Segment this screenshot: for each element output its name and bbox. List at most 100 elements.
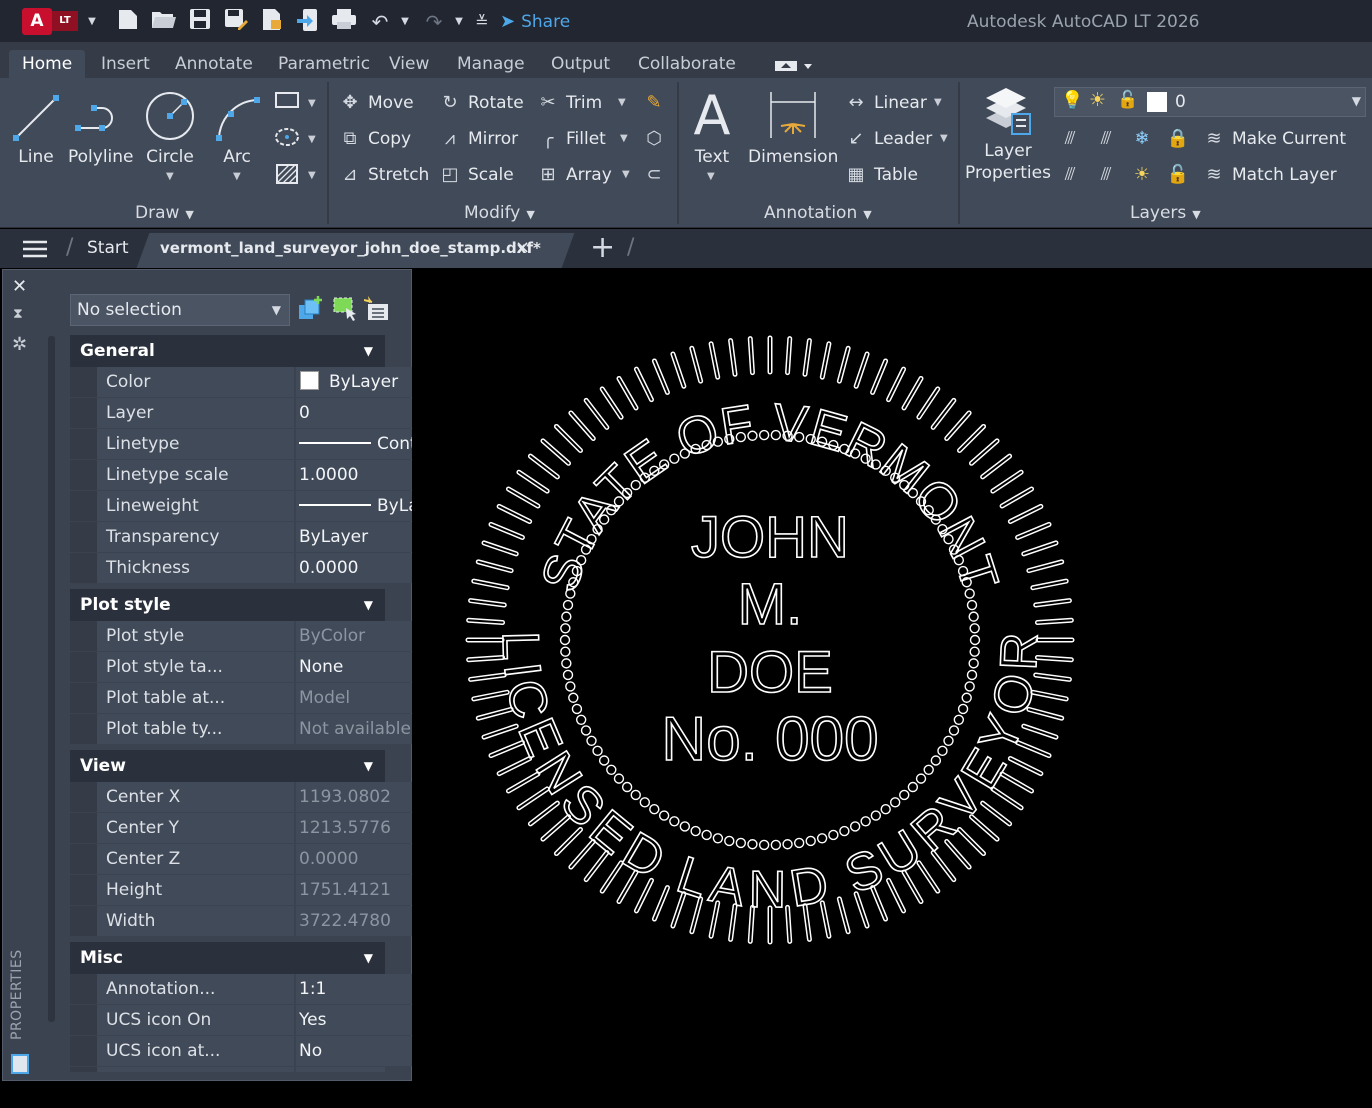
layer-dropdown[interactable]: 💡 ☀ 🔓 0 ▼ xyxy=(1054,87,1366,117)
new-tab-icon[interactable]: + xyxy=(590,231,615,265)
trim-dropdown-icon[interactable]: ▼ xyxy=(618,97,626,108)
rectangle-tool[interactable] xyxy=(274,90,300,118)
tab-collaborate[interactable]: Collaborate xyxy=(638,50,736,78)
save-as-icon[interactable] xyxy=(222,8,250,36)
layer-properties-tool[interactable]: Layer Properties xyxy=(962,86,1054,184)
dimension-tool[interactable]: Dimension xyxy=(748,88,838,168)
fillet-dropdown-icon[interactable]: ▼ xyxy=(620,133,628,144)
table-tool[interactable]: ▦ Table xyxy=(844,161,917,189)
text-dropdown-icon[interactable]: ▼ xyxy=(707,171,715,182)
selection-dropdown[interactable]: No selection ▼ xyxy=(70,294,290,326)
layer-thaw-all-tool[interactable]: ☀ xyxy=(1130,161,1160,189)
property-row[interactable]: UCS icon at... No xyxy=(70,1036,455,1067)
trim-tool[interactable]: ✂ Trim xyxy=(536,89,602,117)
property-row[interactable]: Height 1751.4121 xyxy=(70,875,455,906)
close-palette-icon[interactable]: ✕ xyxy=(12,276,27,297)
modify-panel-title[interactable]: Modify ▼ xyxy=(464,202,535,224)
layer-unisolate-tool[interactable]: ⫻ xyxy=(1094,161,1124,189)
active-document-tab[interactable]: vermont_land_surveyor_john_doe_stamp.dxf… xyxy=(160,237,541,259)
open-icon[interactable] xyxy=(150,8,178,36)
ellipse-tool[interactable] xyxy=(274,126,300,154)
tab-insert[interactable]: Insert xyxy=(101,50,150,78)
select-objects-icon[interactable] xyxy=(332,296,358,322)
tab-home[interactable]: Home xyxy=(9,50,86,78)
property-row[interactable]: LinetypeContin... xyxy=(70,429,455,460)
property-row[interactable]: Plot table ty... Not available xyxy=(70,714,455,745)
rectangle-dropdown-icon[interactable]: ▼ xyxy=(308,98,316,109)
fillet-tool[interactable]: ╭ Fillet xyxy=(536,125,606,153)
tab-parametric[interactable]: Parametric xyxy=(278,50,370,78)
linear-dropdown-icon[interactable]: ▼ xyxy=(934,97,942,108)
property-row[interactable]: Layer 0 xyxy=(70,398,455,429)
property-row[interactable]: Width 3722.4780 xyxy=(70,906,455,937)
property-row[interactable]: Linetype scale 1.0000 xyxy=(70,460,455,491)
leader-dropdown-icon[interactable]: ▼ xyxy=(940,133,948,144)
autocad-logo[interactable]: A xyxy=(22,8,52,35)
property-row[interactable]: Center Z 0.0000 xyxy=(70,844,455,875)
toggle-pickadd-icon[interactable] xyxy=(298,296,324,322)
property-row[interactable]: Transparency ByLayer xyxy=(70,522,455,553)
copy-tool[interactable]: ⧉ Copy xyxy=(338,125,412,153)
layer-isolate-tool[interactable]: ⫻ xyxy=(1094,125,1124,153)
ellipse-dropdown-icon[interactable]: ▼ xyxy=(308,134,316,145)
layer-freeze-tool[interactable]: ❄ xyxy=(1130,125,1160,153)
array-tool[interactable]: ⊞ Array xyxy=(536,161,611,189)
section-view[interactable]: View ▼ xyxy=(70,750,385,782)
move-tool[interactable]: ✥ Move xyxy=(338,89,413,117)
tab-annotate[interactable]: Annotate xyxy=(175,50,253,78)
section-general[interactable]: General ▼ xyxy=(70,335,385,367)
array-dropdown-icon[interactable]: ▼ xyxy=(622,169,630,180)
property-row[interactable]: Plot style ta... None xyxy=(70,652,455,683)
line-tool[interactable]: Line xyxy=(8,88,64,168)
layers-panel-title[interactable]: Layers ▼ xyxy=(1130,202,1201,224)
arc-tool[interactable]: Arc xyxy=(210,88,264,168)
layer-unlock-tool[interactable]: 🔓 xyxy=(1166,161,1196,189)
text-tool[interactable]: A Text xyxy=(688,84,736,168)
undo-dropdown-icon[interactable]: ▼ xyxy=(399,8,411,36)
quick-select-icon[interactable] xyxy=(363,296,390,322)
redo-icon[interactable]: ↷ xyxy=(420,8,448,36)
property-row[interactable]: Thickness 0.0000 xyxy=(70,553,455,584)
section-misc[interactable]: Misc ▼ xyxy=(70,942,385,974)
explode-tool[interactable]: ⬡ xyxy=(642,125,672,153)
start-tab[interactable]: Start xyxy=(87,237,129,259)
hatch-tool[interactable] xyxy=(274,162,300,190)
hatch-dropdown-icon[interactable]: ▼ xyxy=(308,170,316,181)
section-plot-style[interactable]: Plot style ▼ xyxy=(70,589,385,621)
tab-manage[interactable]: Manage xyxy=(457,50,525,78)
property-row[interactable]: Annotation... 1:1 xyxy=(70,974,455,1005)
undo-icon[interactable]: ↶ xyxy=(366,8,394,36)
import-icon[interactable] xyxy=(294,8,322,36)
plot-icon[interactable] xyxy=(330,8,358,36)
make-current-tool[interactable]: ≋ Make Current xyxy=(1202,125,1346,153)
polyline-tool[interactable]: Polyline xyxy=(68,88,134,168)
annotation-panel-title[interactable]: Annotation ▼ xyxy=(764,202,872,224)
erase-tool[interactable]: ✎ xyxy=(642,89,672,117)
redo-dropdown-icon[interactable]: ▼ xyxy=(453,8,465,36)
linear-tool[interactable]: ↔ Linear xyxy=(844,89,926,117)
ribbon-display-options-icon[interactable] xyxy=(775,58,813,72)
tab-view[interactable]: View xyxy=(389,50,429,78)
stretch-tool[interactable]: ⊿ Stretch xyxy=(338,161,429,189)
mirror-tool[interactable]: ⩘ Mirror xyxy=(438,125,518,153)
property-row[interactable]: Center X 1193.0802 xyxy=(70,782,455,813)
tab-output[interactable]: Output xyxy=(551,50,610,78)
property-row[interactable]: Color ByLayer xyxy=(70,367,455,398)
drawing-canvas[interactable]: STATE OF VERMONT LICENSED LAND SURVEYOR … xyxy=(412,272,1372,1108)
app-menu-chevron-icon[interactable]: ▼ xyxy=(86,8,98,36)
match-layer-tool[interactable]: ≋ Match Layer xyxy=(1202,161,1336,189)
draw-panel-title[interactable]: Draw ▼ xyxy=(135,202,194,224)
property-row[interactable]: Center Y 1213.5776 xyxy=(70,813,455,844)
new-icon[interactable] xyxy=(114,8,142,36)
property-row[interactable]: UCS icon On Yes xyxy=(70,1005,455,1036)
rotate-tool[interactable]: ↻ Rotate xyxy=(438,89,523,117)
property-row[interactable]: LineweightByLayer xyxy=(70,491,455,522)
customize-icon[interactable]: ≚ xyxy=(468,8,496,36)
scale-tool[interactable]: ◰ Scale xyxy=(438,161,513,189)
save-icon[interactable] xyxy=(186,8,214,36)
offset-tool[interactable]: ⊂ xyxy=(642,161,672,189)
property-row[interactable]: Plot table at... Model xyxy=(70,683,455,714)
layer-lock-tool[interactable]: 🔒 xyxy=(1166,125,1196,153)
arc-dropdown-icon[interactable]: ▼ xyxy=(233,171,241,182)
leader-tool[interactable]: ↙ Leader xyxy=(844,125,932,153)
